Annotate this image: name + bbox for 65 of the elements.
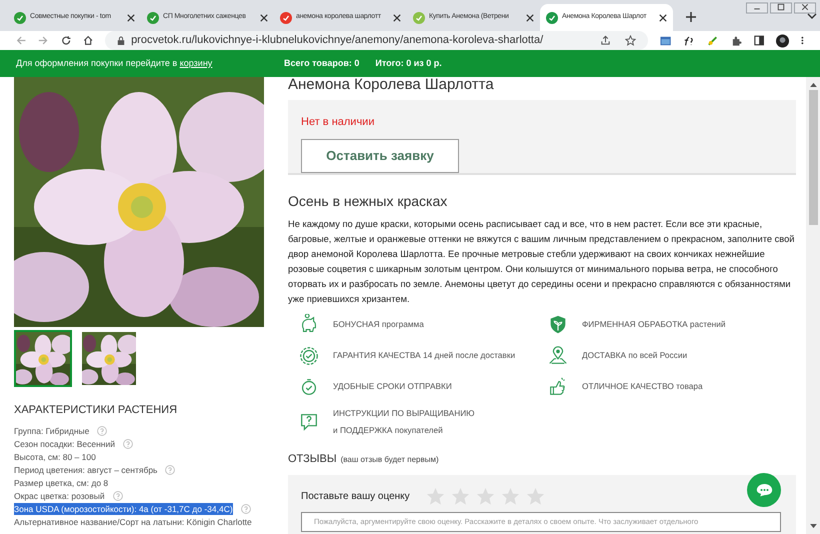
characteristic-text: Альтернативное название/Сорт на латыни: Königin Charlotte [14,516,252,528]
sidebar-icon[interactable] [754,35,764,46]
cart-link[interactable]: корзину [180,58,212,68]
section-heading: ОТЗЫВЫ [288,452,337,466]
scrollbar[interactable] [806,77,820,534]
badge-check-icon [298,344,320,366]
close-icon[interactable] [260,14,268,22]
feature-text: УДОБНЫЕ СРОКИ ОТПРАВКИ [333,380,452,393]
home-icon[interactable] [82,35,94,46]
share-icon[interactable] [600,35,612,46]
new-tab-icon[interactable] [685,11,697,23]
feature-text: ОТЛИЧНОЕ КАЧЕСТВО товара [582,380,703,393]
pencil-icon[interactable] [707,34,719,46]
thumbnail[interactable] [80,330,138,387]
section-heading: Осень в нежных красках [288,192,448,211]
favicon-icon [14,12,26,24]
characteristic-text: Сезон посадки: Весенний [14,438,115,450]
feature-text: БОНУСНАЯ программа [333,318,424,331]
feature-text: ИНСТРУКЦИИ ПО ВЫРАЩИВАНИЮ [333,406,475,420]
favicon-icon [413,12,425,24]
order-total: Итого: 0 из 0 р. [375,56,442,70]
maximize-icon[interactable] [770,2,792,14]
cart-prompt: Для оформления покупки перейдите в корзину [16,56,214,70]
total-items: Всего товаров: 0 [284,56,360,70]
characteristic-text: Группа: Гибридные [14,424,90,438]
section-heading: ХАРАКТЕРИСТИКИ РАСТЕНИЯ [14,403,178,418]
extensions-icon[interactable] [730,34,742,46]
lock-icon [117,36,126,46]
feature-text: и ПОДДЕРЖКА покупателей [333,424,444,436]
rating-prompt: Поставьте вашу оценку [301,490,410,504]
scrollbar-thumb[interactable] [808,90,818,225]
address-bar[interactable]: procvetok.ru/lukovichnye-i-klubnelukovichnye/anemony/anemona-koroleva-sharlotta/ [105,31,648,50]
description-text: Не каждому по душе краски, которыми осень расписывает сад и все, что в нем растет. Если все эти красные, багровые, желтые и оранжевые оттенки не вяжутся с вашим личным представлением о прекрасном, заполните свой двор анемоной Королева Шарлотта. Ее прочные метровые стебли удерживают на своих кончиках нежнейшие розовые соцветия с шикарным золотым центром. Они колышутся от минимального порыва ветра, не способного оторвать их и разбросать по земле. Анемоны цветут до середины осени и прекрасно справляются с обязанностями уже приевшихся хризантем. [288,218,796,306]
favicon-icon [280,12,292,24]
chat-icon [756,483,772,497]
favicon-icon [147,12,159,24]
reload-icon[interactable] [60,35,71,46]
thumbnail[interactable] [14,330,72,387]
chevron-icon[interactable] [807,13,817,19]
formula-icon[interactable] [683,34,696,46]
product-title: Анемона Королева Шарлотта [288,77,495,95]
reviews-note: (ваш отзыв будет первым) [340,454,439,466]
avatar-icon[interactable] [776,34,790,48]
window-icon[interactable] [660,34,672,46]
close-icon[interactable] [526,14,534,22]
close-icon[interactable] [393,14,401,22]
close-icon[interactable] [659,14,667,22]
feature-text: ФИРМЕННАЯ ОБРАБОТКА растений [582,318,726,331]
characteristic-text: Окрас цветка: розовый [14,490,105,502]
menu-icon[interactable] [801,35,804,46]
feature-text: ГАРАНТИЯ КАЧЕСТВА 14 дней после доставки [333,349,516,362]
close-icon[interactable] [127,14,135,22]
request-button[interactable]: Оставить заявку [301,138,459,172]
availability-status: Нет в наличии [301,115,376,130]
favicon-icon [546,12,558,24]
characteristic-text: Зона USDA (морозостойкости): 4а (от -31,7С до -34,4С) [14,502,233,516]
scroll-up-icon[interactable] [810,82,816,87]
feature-text: ДОСТАВКА по всей России [582,349,688,362]
characteristic-text: Высота, см: 80 – 100 [14,450,96,464]
url-text: procvetok.ru/lukovichnye-i-klubnelukovichnye/anemony/anemona-koroleva-sharlotta/ [131,33,544,48]
characteristic-text: Период цветения: август – сентябрь [14,464,158,476]
characteristic-text: Размер цветка, см: до 8 [14,476,108,490]
scroll-down-icon[interactable] [810,524,816,529]
star-icon[interactable] [625,35,636,46]
map-pin-icon [547,344,569,366]
